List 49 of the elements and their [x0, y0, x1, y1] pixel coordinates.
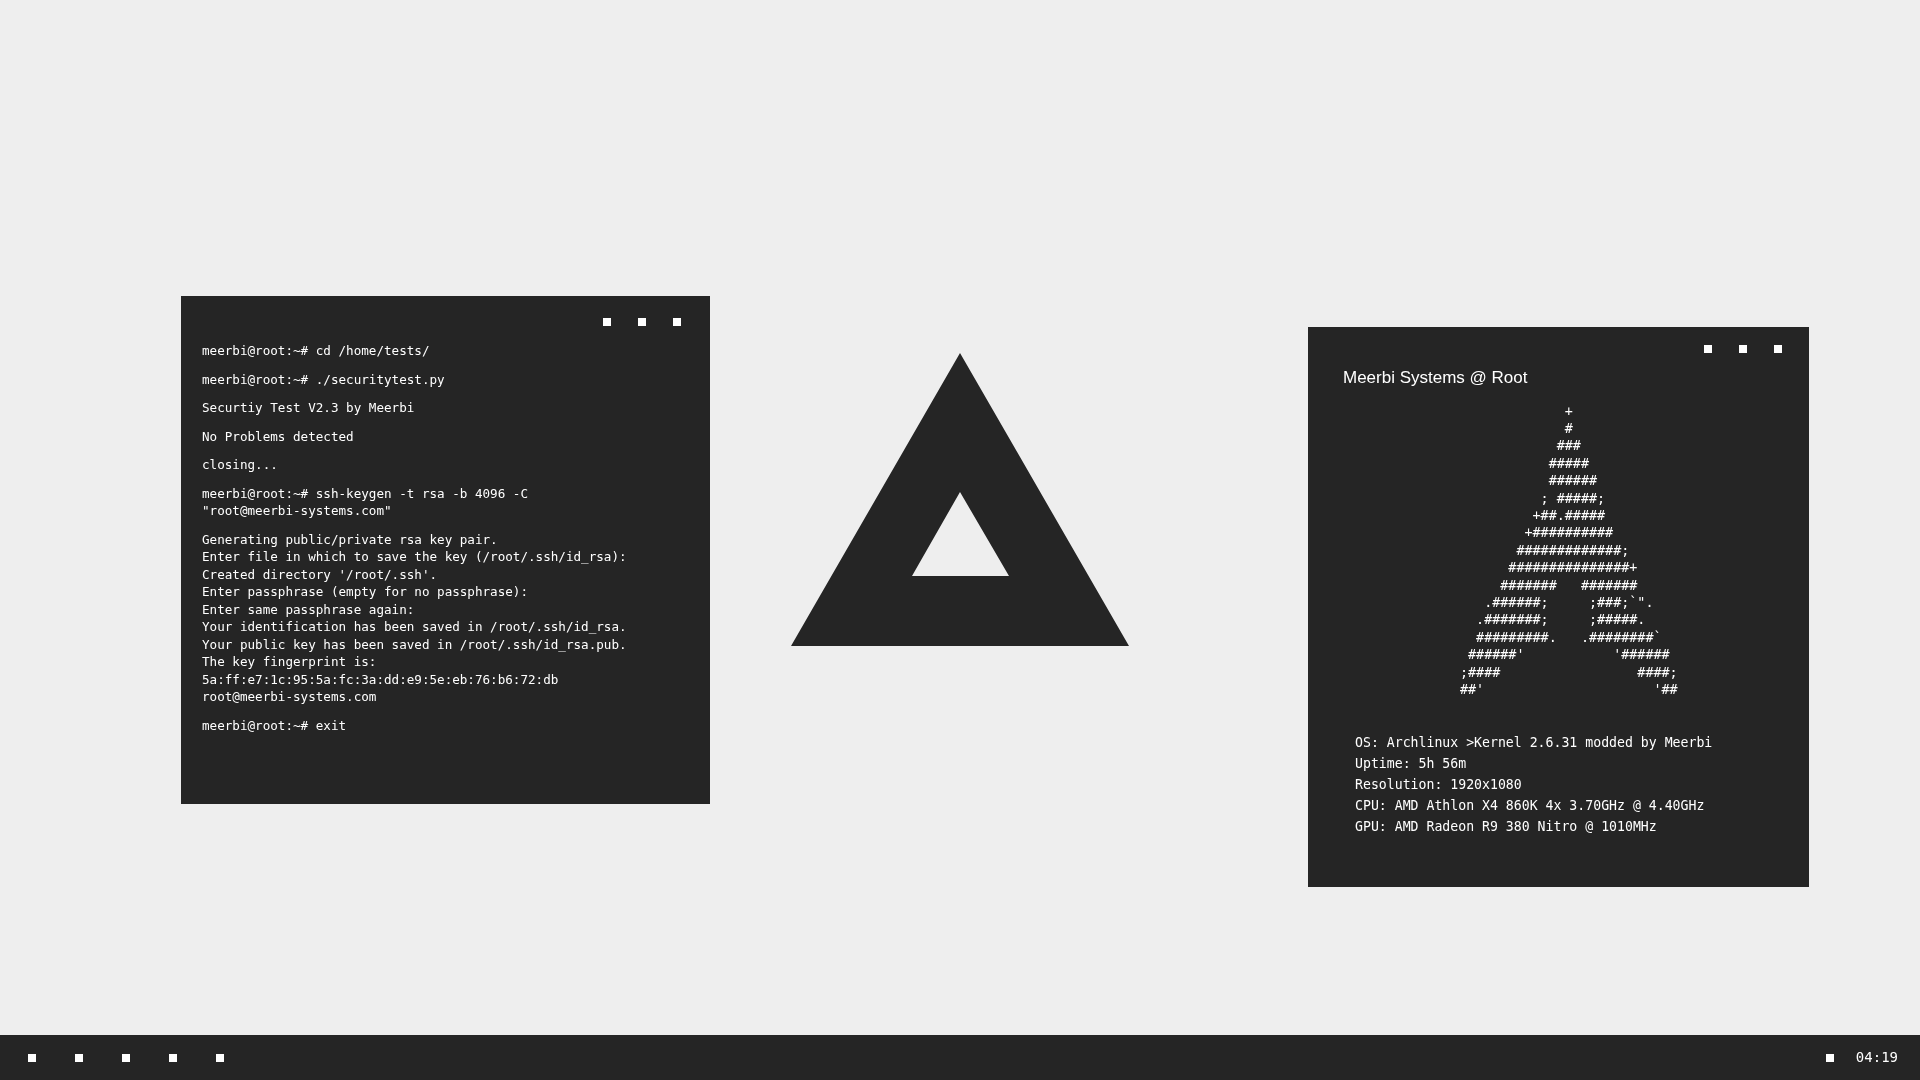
ascii-art-line: .######; ;###;`".: [1483, 593, 1654, 612]
system-info-line: GPU: AMD Radeon R9 380 Nitro @ 1010MHz: [1355, 818, 1657, 836]
terminal-line: meerbi@root:~# exit: [202, 716, 347, 734]
ascii-art-line: ###: [1555, 437, 1581, 455]
ascii-art-line: ###############+: [1507, 559, 1638, 577]
ascii-art-line: +: [1563, 402, 1573, 420]
ascii-art-line: #########. .########`: [1475, 628, 1662, 647]
ascii-art-line: ######: [1547, 472, 1598, 490]
taskbar-item[interactable]: [75, 1053, 83, 1062]
taskbar-item[interactable]: [28, 1053, 36, 1062]
terminal-line: meerbi@root:~# ./securitytest.py: [202, 370, 445, 388]
terminal-line: "root@meerbi-systems.com": [202, 502, 392, 520]
terminal-line: Your public key has been saved in /root/.ssh/id_rsa.pub.: [202, 635, 627, 653]
ascii-art-line: #############;: [1515, 541, 1630, 560]
system-info-line: CPU: AMD Athlon X4 860K 4x 3.70GHz @ 4.40GHz: [1355, 797, 1705, 815]
triangle-logo-icon: [791, 353, 1129, 646]
taskbar-item[interactable]: [122, 1053, 130, 1062]
terminal-line: root@meerbi-systems.com: [202, 688, 377, 706]
ascii-art-line: +##.#####: [1531, 506, 1606, 525]
terminal-line: Created directory '/root/.ssh'.: [202, 565, 438, 583]
terminal-line: Enter same passphrase again:: [202, 600, 415, 618]
terminal-line: Securtiy Test V2.3 by Meerbi: [202, 399, 415, 417]
ascii-art-line: +##########: [1523, 524, 1614, 542]
ascii-art-line: .#######; ;#####.: [1475, 611, 1646, 629]
terminal-line: 5a:ff:e7:1c:95:5a:fc:3a:dd:e9:5e:eb:76:b6:72:db: [202, 670, 559, 688]
terminal-line: Generating public/private rsa key pair.: [202, 530, 498, 548]
ascii-art-line: ;#### ####;: [1460, 663, 1678, 681]
taskbar-item[interactable]: [216, 1053, 224, 1062]
taskbar-item[interactable]: [169, 1053, 177, 1062]
terminal-line: Your identification has been saved in /root/.ssh/id_rsa.: [202, 618, 627, 636]
ascii-art-line: ; #####;: [1539, 489, 1606, 507]
terminal-line: closing...: [202, 456, 278, 474]
terminal-line: The key fingerprint is:: [202, 653, 377, 671]
system-info-line: Uptime: 5h 56m: [1355, 755, 1467, 773]
tray-item[interactable]: [1825, 1053, 1834, 1062]
system-info-line: OS: Archlinux >Kernel 2.6.31 modded by Meerbi: [1355, 734, 1713, 752]
terminal-line: Enter file in which to save the key (/root/.ssh/id_rsa):: [202, 548, 627, 566]
system-info-line: Resolution: 1920x1080: [1355, 776, 1522, 794]
ascii-art-line: #: [1563, 419, 1573, 438]
terminal-line: Enter passphrase (empty for no passphrase):: [202, 583, 529, 601]
window-title: Meerbi Systems @ Root: [1343, 367, 1528, 389]
ascii-art-line: ####### #######: [1499, 576, 1638, 594]
ascii-art-line: #####: [1547, 454, 1589, 473]
terminal-line: meerbi@root:~# ssh-keygen -t rsa -b 4096 -C: [202, 484, 529, 502]
ascii-art-line: ##' '##: [1460, 681, 1678, 699]
terminal-line: No Problems detected: [202, 427, 354, 445]
clock: 04:19: [1855, 1048, 1898, 1067]
ascii-art-line: ######' '######: [1467, 646, 1670, 664]
terminal-line: meerbi@root:~# cd /home/tests/: [202, 342, 430, 360]
